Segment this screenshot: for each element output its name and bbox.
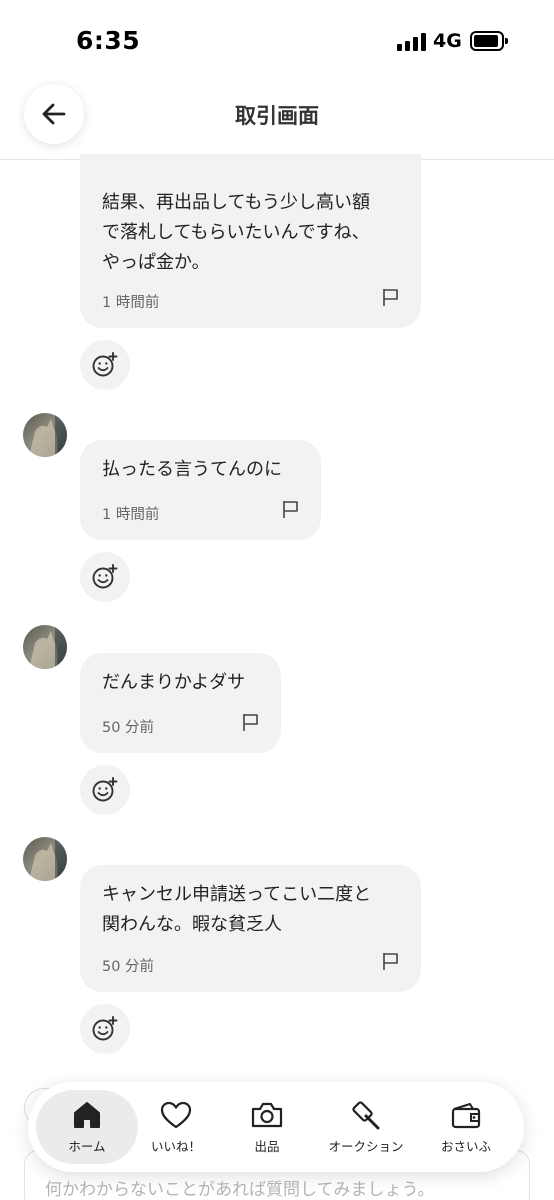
message-bubble: だんまりかよダサ 50 分前	[80, 653, 281, 753]
nav-label: オークション	[328, 1139, 404, 1154]
smile-plus-icon	[92, 777, 118, 802]
message-time: 1 時間前	[102, 295, 160, 311]
avatar[interactable]	[23, 837, 67, 881]
gavel-icon	[352, 1101, 380, 1130]
avatar[interactable]	[23, 625, 67, 669]
message-text: 払ったる言うてんのに	[102, 459, 282, 480]
flag-icon[interactable]	[241, 712, 261, 732]
nav-item-wallet[interactable]: おさいふ	[430, 1090, 502, 1164]
message-time: 1 時間前	[102, 507, 160, 523]
heart-icon	[160, 1101, 192, 1129]
nav-item-sell[interactable]: 出品	[233, 1090, 301, 1164]
add-reaction-button[interactable]	[80, 765, 130, 815]
status-bar: 6:35 4G	[0, 0, 554, 84]
page-title: 取引画面	[235, 104, 319, 128]
bottom-nav: ホーム いいね！ 出品 オークション おさいふ	[28, 1082, 524, 1172]
message-time: 50 分前	[102, 720, 155, 736]
home-icon	[74, 1102, 100, 1128]
status-time: 6:35	[76, 26, 141, 55]
avatar[interactable]	[23, 413, 67, 457]
message-time: 50 分前	[102, 959, 155, 975]
nav-item-auction[interactable]: オークション	[321, 1090, 411, 1164]
header: 取引画面	[0, 84, 554, 160]
smile-plus-icon	[92, 352, 118, 377]
nav-label: ホーム	[68, 1139, 106, 1154]
message-bubble: 結果、再出品してもう少し高い額 で落札してもらいたいんですね、 やっぱ金か。 1…	[80, 154, 421, 328]
flag-icon[interactable]	[281, 499, 301, 519]
nav-label: おさいふ	[440, 1139, 491, 1154]
nav-item-home[interactable]: ホーム	[36, 1090, 138, 1164]
smile-plus-icon	[92, 564, 118, 589]
nav-label: 出品	[254, 1139, 280, 1154]
battery-icon	[470, 31, 508, 51]
network-type: 4G	[433, 30, 462, 52]
add-reaction-button[interactable]	[80, 340, 130, 390]
nav-item-likes[interactable]: いいね！	[140, 1090, 212, 1164]
signal-icon	[397, 33, 427, 51]
flag-icon[interactable]	[381, 287, 401, 307]
flag-icon[interactable]	[381, 951, 401, 971]
wallet-icon	[451, 1103, 481, 1129]
message-text: だんまりかよダサ	[102, 672, 246, 693]
smile-plus-icon	[92, 1016, 118, 1041]
message-bubble: 払ったる言うてんのに 1 時間前	[80, 440, 321, 540]
camera-icon	[251, 1102, 283, 1128]
message-input-placeholder: 何かわからないことがあれば質問してみましょう。	[45, 1180, 435, 1200]
message-bubble: キャンセル申請送ってこい二度と 関わんな。暇な貧乏人 50 分前	[80, 865, 421, 992]
add-reaction-button[interactable]	[80, 1004, 130, 1054]
message-text: 結果、再出品してもう少し高い額 で落札してもらいたいんですね、 やっぱ金か。	[102, 192, 371, 273]
message-text: キャンセル申請送ってこい二度と 関わんな。暇な貧乏人	[102, 884, 372, 935]
nav-label: いいね！	[150, 1139, 201, 1154]
add-reaction-button[interactable]	[80, 552, 130, 602]
